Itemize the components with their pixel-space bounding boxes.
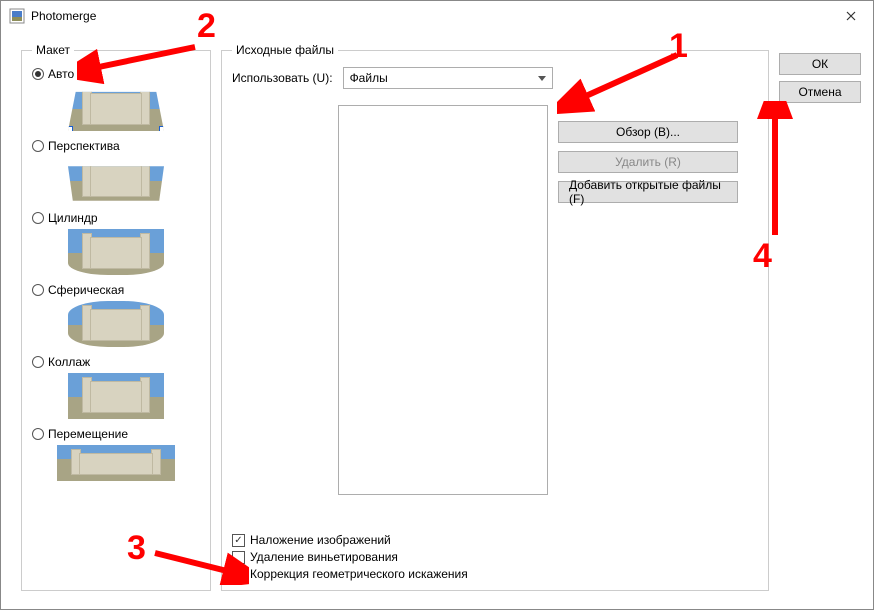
ok-button[interactable]: ОК <box>779 53 861 75</box>
radio-icon <box>32 140 44 152</box>
radio-icon <box>32 284 44 296</box>
source-legend: Исходные файлы <box>232 43 338 57</box>
checkbox-icon <box>232 568 245 581</box>
use-label: Использовать (U): <box>232 71 333 85</box>
source-files-group: Исходные файлы Использовать (U): Файлы О… <box>221 43 769 591</box>
thumb-cylindrical <box>68 229 164 275</box>
ok-label: ОК <box>812 57 828 71</box>
radio-icon <box>32 68 44 80</box>
radio-label: Перемещение <box>48 427 128 441</box>
remove-label: Удалить (R) <box>615 155 681 169</box>
add-open-files-button[interactable]: Добавить открытые файлы (F) <box>558 181 738 203</box>
radio-icon <box>32 428 44 440</box>
app-icon <box>9 8 25 24</box>
radio-perspective[interactable]: Перспектива <box>32 139 200 153</box>
radio-auto[interactable]: Авто <box>32 67 200 81</box>
thumb-spherical <box>68 301 164 347</box>
radio-label: Перспектива <box>48 139 120 153</box>
titlebar: Photomerge <box>1 1 873 31</box>
use-value: Файлы <box>350 71 388 85</box>
radio-label: Сферическая <box>48 283 124 297</box>
chevron-down-icon <box>538 76 546 81</box>
browse-button[interactable]: Обзор (B)... <box>558 121 738 143</box>
layout-group: Макет Авто Перспектива Цилиндр <box>21 43 211 591</box>
close-button[interactable] <box>828 1 873 31</box>
checkbox-icon: ✓ <box>232 534 245 547</box>
dialog-content: Макет Авто Перспектива Цилиндр <box>9 31 865 601</box>
thumb-auto <box>68 85 164 131</box>
radio-reposition[interactable]: Перемещение <box>32 427 200 441</box>
thumb-collage <box>68 373 164 419</box>
radio-label: Коллаж <box>48 355 90 369</box>
radio-cylindrical[interactable]: Цилиндр <box>32 211 200 225</box>
check-label: Коррекция геометрического искажения <box>250 567 468 581</box>
layout-legend: Макет <box>32 43 74 57</box>
thumb-reposition <box>57 445 175 481</box>
check-label: Удаление виньетирования <box>250 550 398 564</box>
add-open-label: Добавить открытые файлы (F) <box>569 178 727 206</box>
radio-icon <box>32 356 44 368</box>
window-title: Photomerge <box>31 9 96 23</box>
radio-collage[interactable]: Коллаж <box>32 355 200 369</box>
file-list[interactable] <box>338 105 548 495</box>
radio-icon <box>32 212 44 224</box>
thumb-perspective <box>68 157 164 203</box>
radio-spherical[interactable]: Сферическая <box>32 283 200 297</box>
check-geometric[interactable]: Коррекция геометрического искажения <box>232 567 468 581</box>
radio-label: Авто <box>48 67 74 81</box>
check-blend[interactable]: ✓ Наложение изображений <box>232 533 468 547</box>
dialog-buttons: ОК Отмена <box>779 53 861 103</box>
check-vignette[interactable]: Удаление виньетирования <box>232 550 468 564</box>
photomerge-dialog: Photomerge Макет Авто Перспектива <box>0 0 874 610</box>
browse-label: Обзор (B)... <box>616 125 680 139</box>
remove-button[interactable]: Удалить (R) <box>558 151 738 173</box>
checkbox-icon <box>232 551 245 564</box>
check-label: Наложение изображений <box>250 533 391 547</box>
use-dropdown[interactable]: Файлы <box>343 67 553 89</box>
radio-label: Цилиндр <box>48 211 98 225</box>
options-checks: ✓ Наложение изображений Удаление виньети… <box>232 530 468 584</box>
cancel-label: Отмена <box>798 85 841 99</box>
cancel-button[interactable]: Отмена <box>779 81 861 103</box>
close-icon <box>846 8 856 24</box>
